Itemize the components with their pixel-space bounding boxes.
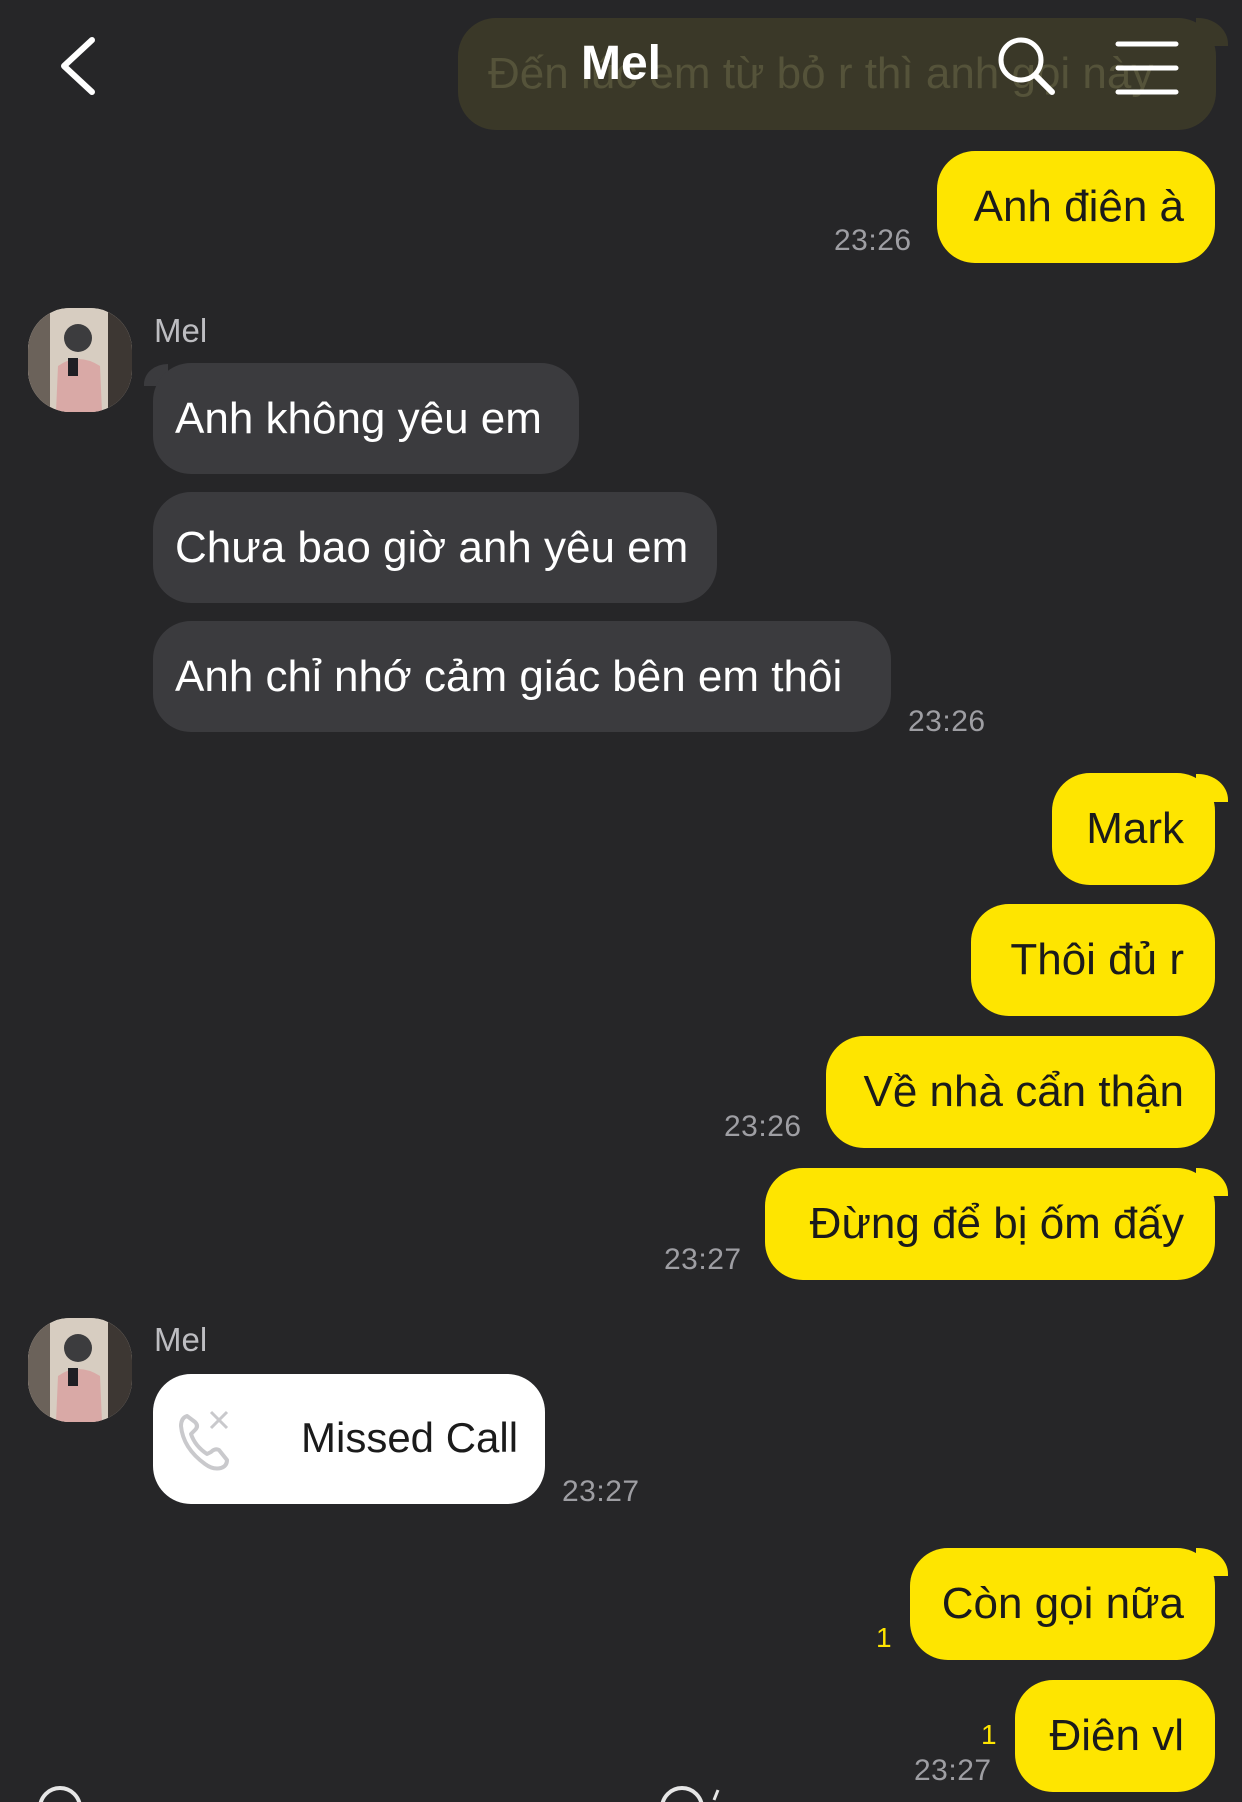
their-message-bubble[interactable]: Chưa bao giờ anh yêu em: [153, 492, 717, 603]
message-time: 23:26: [724, 1110, 802, 1143]
my-message-bubble[interactable]: Điên vl: [1015, 1680, 1215, 1792]
my-message-bubble[interactable]: Còn gọi nữa: [910, 1548, 1215, 1660]
message-text: Anh chỉ nhớ cảm giác bên em thôi: [175, 651, 843, 701]
message-time: 23:26: [834, 224, 912, 257]
message-text: Về nhà cẩn thận: [863, 1067, 1184, 1116]
hamburger-menu-icon: [1115, 41, 1179, 95]
my-message-bubble[interactable]: Đừng để bị ốm đấy: [765, 1168, 1215, 1280]
message-time: 23:27: [914, 1754, 992, 1787]
my-message-bubble[interactable]: Thôi đủ r: [971, 904, 1215, 1016]
message-text: Đừng để bị ốm đấy: [809, 1199, 1184, 1248]
sender-name: Mel: [154, 1321, 208, 1358]
message-text: Thôi đủ r: [1010, 935, 1184, 984]
missed-call-label: Missed Call: [301, 1414, 519, 1461]
message-time: 23:27: [562, 1475, 640, 1508]
profile-photo-icon: [28, 308, 132, 412]
message-text: Chưa bao giờ anh yêu em: [175, 522, 689, 572]
message-text: Còn gọi nữa: [941, 1579, 1184, 1628]
search-icon: [998, 37, 1055, 95]
missed-call-bubble[interactable]: Missed Call: [153, 1374, 545, 1504]
search-button[interactable]: [990, 30, 1066, 106]
profile-photo-icon: [28, 1318, 132, 1422]
menu-button[interactable]: [1110, 30, 1186, 106]
sender-name: Mel: [154, 312, 208, 349]
my-message-bubble[interactable]: Mark: [1052, 773, 1215, 885]
message-text: Anh điên à: [973, 182, 1184, 231]
avatar[interactable]: [28, 308, 132, 412]
bottom-emoji-icon[interactable]: [38, 1786, 82, 1802]
bottom-hash-icon[interactable]: [660, 1786, 730, 1802]
avatar[interactable]: [28, 1318, 132, 1422]
message-time: 23:27: [664, 1243, 742, 1276]
their-message-bubble[interactable]: Anh chỉ nhớ cảm giác bên em thôi: [153, 621, 891, 732]
message-text: Anh không yêu em: [175, 393, 542, 443]
my-message-bubble[interactable]: Về nhà cẩn thận: [826, 1036, 1215, 1148]
message-time: 23:26: [908, 705, 986, 738]
my-message-bubble[interactable]: Anh điên à: [937, 151, 1215, 263]
message-text: Mark: [1086, 804, 1184, 853]
their-message-bubble[interactable]: Anh không yêu em: [153, 363, 579, 474]
unread-count: 1: [981, 1719, 997, 1750]
missed-call-icon: [179, 1410, 229, 1471]
message-text: Điên vl: [1049, 1711, 1185, 1760]
unread-count: 1: [876, 1622, 892, 1653]
